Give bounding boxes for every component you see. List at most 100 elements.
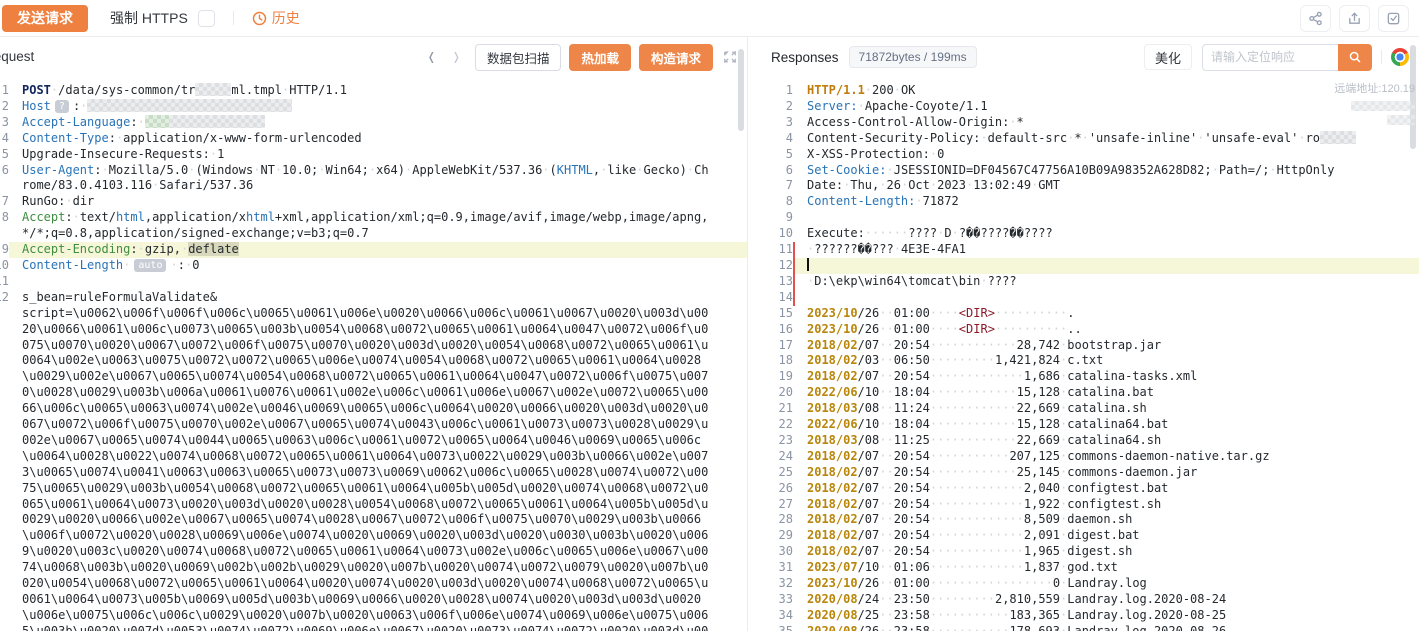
code-line[interactable]: 312023/07/10··01:06·············1,837·go… — [759, 560, 1419, 576]
line-number: 1 — [759, 83, 793, 99]
line-number: 1 — [0, 83, 9, 99]
code-line[interactable]: 8Content-Length:·71872 — [759, 194, 1419, 210]
report-button[interactable] — [1378, 5, 1409, 32]
code-line[interactable]: 12 — [759, 258, 1419, 274]
line-number: 11 — [759, 242, 793, 258]
code-line[interactable]: 5Upgrade-Insecure-Requests:·1 — [0, 147, 747, 163]
code-line[interactable]: 222022/06/10··18:04············15,128·ca… — [759, 417, 1419, 433]
code-line[interactable]: 11·??????��???·4E3E-4FA1 — [759, 242, 1419, 258]
share-icon — [1308, 11, 1323, 26]
code-line[interactable]: 332020/08/24··23:50·········2,810,559·La… — [759, 592, 1419, 608]
checked-box-icon — [1386, 11, 1401, 26]
code-line[interactable]: 2Server:·Apache-Coyote/1.1 — [759, 99, 1419, 115]
code-line[interactable]: 9Accept-Encoding:·gzip,·deflate — [0, 242, 747, 258]
window-actions — [1300, 5, 1409, 32]
code-line[interactable]: 5X-XSS-Protection:·0 — [759, 147, 1419, 163]
code-line[interactable]: 1POST·/data/sys-common/trml.tmpl·HTTP/1.… — [0, 83, 747, 99]
search-input[interactable] — [1202, 44, 1338, 71]
force-https-label: 强制 HTTPS — [110, 8, 188, 28]
history-button[interactable]: 历史 — [252, 8, 300, 28]
force-https-checkbox[interactable] — [198, 10, 215, 27]
send-request-button[interactable]: 发送请求 — [2, 5, 88, 32]
line-number: 6 — [0, 163, 9, 195]
code-line[interactable]: 3Accept-Language:· — [0, 115, 747, 131]
line-number: 16 — [759, 322, 793, 338]
line-number: 11 — [0, 274, 9, 290]
line-number: 35 — [759, 624, 793, 631]
code-line[interactable]: 1HTTP/1.1·200·OK — [759, 83, 1419, 99]
code-line[interactable]: 8Accept:·text/html,application/xhtml+xml… — [0, 210, 747, 242]
watermark-mosaic — [1387, 115, 1415, 125]
upload-icon — [1347, 11, 1362, 26]
code-line[interactable]: 3Access-Control-Allow-Origin:·* — [759, 115, 1419, 131]
line-number: 27 — [759, 497, 793, 513]
packet-scan-button[interactable]: 数据包扫描 — [475, 44, 562, 71]
code-line[interactable]: 10Content-Length·auto·:·0 — [0, 258, 747, 274]
code-line[interactable]: 232018/03/08··11:25············22,669·ca… — [759, 433, 1419, 449]
search-button[interactable] — [1338, 44, 1372, 71]
code-line[interactable]: 252018/02/07··20:54············25,145·co… — [759, 465, 1419, 481]
response-meta-badge: 71872bytes / 199ms — [849, 46, 977, 68]
fullscreen-button[interactable] — [723, 50, 737, 64]
code-line[interactable]: 242018/02/07··20:54···········207,125·co… — [759, 449, 1419, 465]
code-line[interactable]: 352020/08/26··23:58···········178,693·La… — [759, 624, 1419, 631]
line-number: 32 — [759, 576, 793, 592]
line-number: 6 — [759, 163, 793, 179]
code-line[interactable]: 192018/02/07··20:54·············1,686·ca… — [759, 369, 1419, 385]
code-line[interactable]: 262018/02/07··20:54·············2,040·co… — [759, 481, 1419, 497]
redacted-mosaic — [195, 83, 231, 96]
code-line[interactable]: 172018/02/07··20:54············28,742·bo… — [759, 338, 1419, 354]
code-line[interactable]: 13·D:\ekp\win64\tomcat\bin·???? — [759, 274, 1419, 290]
code-line[interactable]: 182018/02/03··06:50·········1,421,824·c.… — [759, 353, 1419, 369]
share-button[interactable] — [1300, 5, 1331, 32]
code-line[interactable]: 282018/02/07··20:54·············8,509·da… — [759, 512, 1419, 528]
line-number: 14 — [759, 290, 793, 306]
code-line[interactable]: 152023/10/26··01:00····<DIR>··········. — [759, 306, 1419, 322]
divider — [233, 11, 234, 25]
code-line[interactable]: 6Set-Cookie:·JSESSIONID=DF04567C47756A10… — [759, 163, 1419, 179]
beautify-button[interactable]: 美化 — [1144, 44, 1192, 70]
code-line[interactable]: 6User-Agent:·Mozilla/5.0·(Windows·NT·10.… — [0, 163, 747, 195]
app-root: 发送请求 强制 HTTPS 历史 — [0, 0, 1419, 631]
code-line[interactable]: 212018/03/08··11:24············22,669·ca… — [759, 401, 1419, 417]
chrome-icon[interactable] — [1391, 48, 1409, 66]
code-line[interactable]: 10Execute:······????·D·?��????��???? — [759, 226, 1419, 242]
request-editor[interactable]: 1POST·/data/sys-common/trml.tmpl·HTTP/1.… — [0, 77, 747, 631]
inline-badge: ? — [55, 100, 69, 113]
code-line[interactable]: 12s_bean=ruleFormulaValidate& script=\u0… — [0, 290, 747, 631]
build-request-button[interactable]: 构造请求 — [639, 44, 713, 71]
line-number: 5 — [0, 147, 9, 163]
code-line[interactable]: 272018/02/07··20:54·············1,922·co… — [759, 497, 1419, 513]
code-line[interactable]: 302018/02/07··20:54·············1,965·di… — [759, 544, 1419, 560]
code-line[interactable]: 162023/10/26··01:00····<DIR>··········.. — [759, 322, 1419, 338]
line-number: 8 — [759, 194, 793, 210]
hot-reload-button[interactable]: 热加载 — [569, 44, 631, 71]
code-line[interactable]: 322023/10/26··01:00·················0·La… — [759, 576, 1419, 592]
response-editor[interactable]: 远端地址:120.19 1HTTP/1.1·200·OK2Server:·Apa… — [759, 77, 1419, 631]
code-line[interactable]: 14 — [759, 290, 1419, 306]
code-line[interactable]: 292018/02/07··20:54·············2,091·di… — [759, 528, 1419, 544]
code-line[interactable]: 9 — [759, 210, 1419, 226]
line-number: 9 — [759, 210, 793, 226]
line-number: 12 — [0, 290, 9, 631]
code-line[interactable]: 7Date:·Thu,·26·Oct·2023·13:02:49·GMT — [759, 178, 1419, 194]
code-line[interactable]: 202022/06/10··18:04············15,128·ca… — [759, 385, 1419, 401]
export-button[interactable] — [1339, 5, 1370, 32]
nav-forward-button[interactable]: ❭ — [452, 48, 461, 66]
code-line[interactable]: 2Host?:· — [0, 99, 747, 115]
line-number: 33 — [759, 592, 793, 608]
line-number: 31 — [759, 560, 793, 576]
code-line[interactable]: 342020/08/25··23:58···········183,365·La… — [759, 608, 1419, 624]
line-number: 2 — [759, 99, 793, 115]
redacted-mosaic — [169, 115, 265, 128]
nav-back-button[interactable]: ❬ — [427, 48, 436, 66]
code-line[interactable]: 4Content-Security-Policy:·default-src·*·… — [759, 131, 1419, 147]
code-line[interactable]: 11 — [0, 274, 747, 290]
request-scrollbar[interactable] — [738, 49, 744, 131]
code-line[interactable]: 4Content-Type:·application/x-www-form-ur… — [0, 131, 747, 147]
line-number: 18 — [759, 353, 793, 369]
line-number: 17 — [759, 338, 793, 354]
code-line[interactable]: 7RunGo:·dir — [0, 194, 747, 210]
text-cursor — [807, 258, 809, 271]
line-number: 30 — [759, 544, 793, 560]
